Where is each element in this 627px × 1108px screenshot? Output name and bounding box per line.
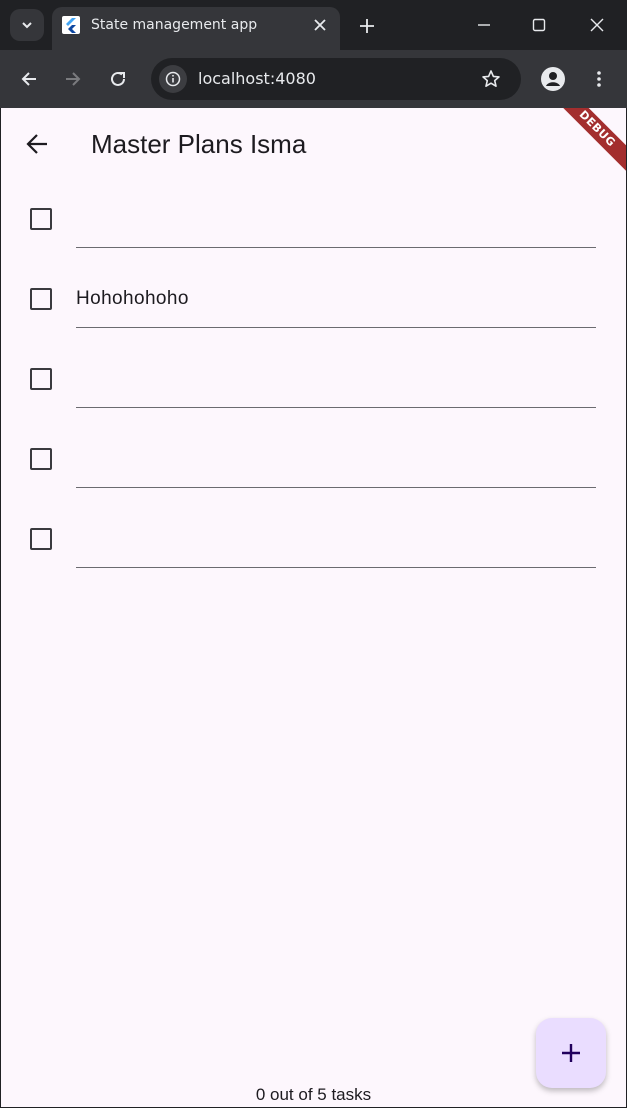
task-list: Hohohohoho xyxy=(1,180,626,580)
info-icon xyxy=(165,71,181,87)
new-tab-button[interactable] xyxy=(355,14,379,38)
tab-close-button[interactable] xyxy=(310,15,330,35)
forward-button[interactable] xyxy=(59,65,87,93)
close-icon xyxy=(314,19,326,31)
browser-tab[interactable]: State management app xyxy=(52,7,340,50)
browser-toolbar: localhost:4080 xyxy=(0,50,627,108)
task-text-field[interactable] xyxy=(76,500,596,568)
task-checkbox[interactable] xyxy=(30,448,52,470)
site-info-button[interactable] xyxy=(159,65,187,93)
minimize-button[interactable] xyxy=(469,10,499,40)
page-title: Master Plans Isma xyxy=(91,129,307,159)
url-text: localhost:4080 xyxy=(198,69,316,88)
app-bar: Master Plans Isma xyxy=(1,108,626,180)
back-button[interactable] xyxy=(15,65,43,93)
chevron-down-icon xyxy=(22,22,32,29)
task-count-footer: 0 out of 5 tasks xyxy=(255,1085,372,1104)
close-window-button[interactable] xyxy=(582,10,612,40)
maximize-button[interactable] xyxy=(524,10,554,40)
task-text-field[interactable] xyxy=(76,340,596,408)
task-checkbox[interactable] xyxy=(30,368,52,390)
address-bar[interactable]: localhost:4080 xyxy=(151,58,521,100)
task-checkbox[interactable] xyxy=(30,288,52,310)
task-checkbox[interactable] xyxy=(30,208,52,230)
account-icon xyxy=(541,67,565,91)
arrow-left-icon xyxy=(21,72,36,86)
reload-icon xyxy=(111,71,125,86)
arrow-left-icon xyxy=(26,134,47,154)
task-text-field[interactable]: Hohohohoho xyxy=(76,260,596,328)
task-row: Hohohohoho xyxy=(1,260,626,340)
task-row xyxy=(1,500,626,580)
task-checkbox[interactable] xyxy=(30,528,52,550)
task-row xyxy=(1,340,626,420)
tab-search-button[interactable] xyxy=(10,9,44,41)
close-icon xyxy=(590,18,604,32)
task-row xyxy=(1,180,626,260)
profile-button[interactable] xyxy=(539,65,567,93)
bookmark-button[interactable] xyxy=(479,67,503,91)
more-vert-icon xyxy=(597,71,601,87)
app-viewport: Master Plans Isma DEBUG Hohohohoho 0 out… xyxy=(1,108,626,1107)
minimize-icon xyxy=(478,24,490,26)
star-icon xyxy=(482,70,500,87)
plus-icon xyxy=(360,19,374,33)
browser-tabstrip: State management app xyxy=(0,0,627,50)
tab-title: State management app xyxy=(91,17,258,33)
flutter-icon xyxy=(62,16,80,34)
browser-menu-button[interactable] xyxy=(585,65,613,93)
arrow-right-icon xyxy=(66,72,81,86)
reload-button[interactable] xyxy=(104,65,132,93)
task-text-field[interactable] xyxy=(76,180,596,248)
task-row xyxy=(1,420,626,500)
maximize-icon xyxy=(532,18,546,32)
add-task-button[interactable] xyxy=(536,1018,606,1088)
task-text: Hohohohoho xyxy=(76,288,189,309)
app-back-button[interactable] xyxy=(19,126,55,162)
plus-icon xyxy=(562,1044,580,1062)
task-text-field[interactable] xyxy=(76,420,596,488)
